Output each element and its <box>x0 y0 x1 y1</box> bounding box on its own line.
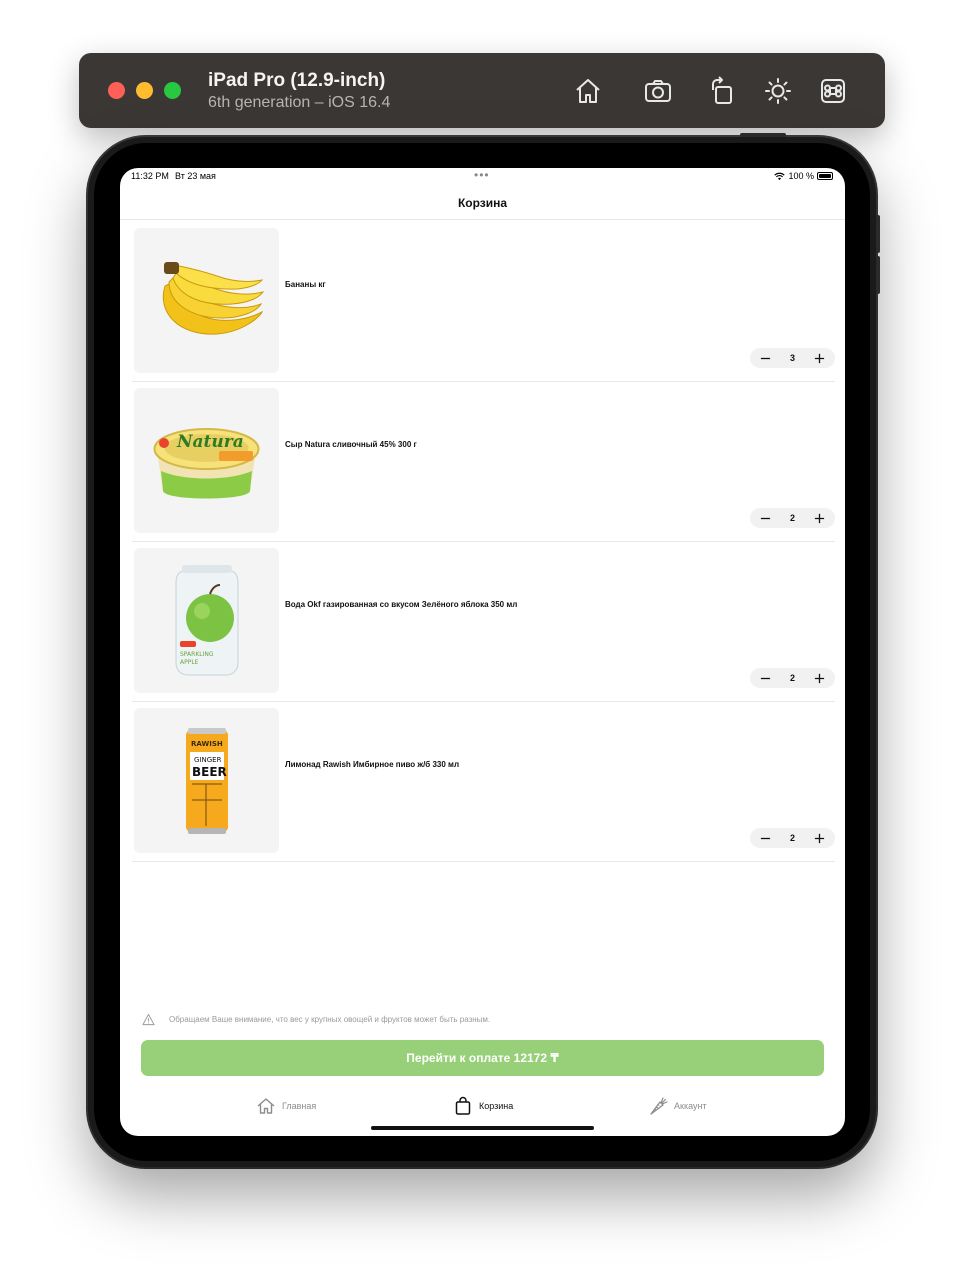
quantity-stepper: 2 <box>750 668 835 688</box>
cheese-tub-icon: Natura <box>134 388 279 533</box>
cart-item: Natura Сыр Natura сливочный 45% 300 г 2 <box>132 382 835 542</box>
battery-icon <box>817 172 833 180</box>
top-button <box>740 133 786 137</box>
home-icon[interactable] <box>572 75 604 107</box>
plus-icon[interactable] <box>813 831 827 845</box>
app-screen: 11:32 PM Вт 23 мая ••• 100 % Корзина Бан… <box>120 168 845 1136</box>
status-date: Вт 23 мая <box>175 171 216 181</box>
banana-icon <box>134 228 279 373</box>
item-quantity: 2 <box>789 833 795 843</box>
svg-text:APPLE: APPLE <box>180 659 199 666</box>
item-quantity: 3 <box>789 353 795 363</box>
simulator-device-name: iPad Pro (12.9-inch) <box>208 70 386 91</box>
item-quantity: 2 <box>789 673 795 683</box>
status-indicators: 100 % <box>774 171 833 181</box>
multitasking-dots[interactable]: ••• <box>474 168 490 182</box>
status-bar: 11:32 PM Вт 23 мая ••• 100 % <box>120 168 845 188</box>
item-name: Лимонад Rawish Имбирное пиво ж/б 330 мл <box>285 760 460 769</box>
simulator-title-bar: iPad Pro (12.9-inch) 6th generation – iO… <box>79 53 885 128</box>
warning-icon <box>142 1013 155 1026</box>
rotate-icon[interactable] <box>706 75 738 107</box>
quantity-stepper: 2 <box>750 828 835 848</box>
tab-bar: Главная Корзина Аккаунт <box>120 1096 845 1120</box>
svg-text:GINGER: GINGER <box>194 756 222 764</box>
plus-icon[interactable] <box>813 671 827 685</box>
battery-percent: 100 % <box>788 171 814 181</box>
close-window-button[interactable] <box>108 82 125 99</box>
home-indicator[interactable] <box>371 1126 594 1130</box>
minus-icon[interactable] <box>758 671 772 685</box>
tab-cart-label: Корзина <box>479 1101 514 1111</box>
cart-item: Бананы кг 3 <box>132 222 835 382</box>
cart-item: RAWISH GINGER BEER Лимонад Rawish Имбирн… <box>132 702 835 862</box>
tab-home-label: Главная <box>282 1101 317 1111</box>
home-icon <box>257 1098 275 1114</box>
ginger-beer-can-icon: RAWISH GINGER BEER <box>134 708 279 853</box>
tab-account-label: Аккаунт <box>674 1101 707 1111</box>
minus-icon[interactable] <box>758 831 772 845</box>
quantity-stepper: 3 <box>750 348 835 368</box>
command-icon[interactable] <box>817 75 849 107</box>
bag-icon <box>455 1096 471 1115</box>
minus-icon[interactable] <box>758 511 772 525</box>
svg-text:RAWISH: RAWISH <box>191 740 223 748</box>
volume-up-button <box>876 215 880 253</box>
appearance-icon[interactable] <box>762 75 794 107</box>
weight-notice: Обращаем Ваше внимание, что вес у крупны… <box>142 1013 490 1026</box>
svg-text:SPARKLING: SPARKLING <box>180 651 214 658</box>
volume-down-button <box>876 256 880 294</box>
item-name: Сыр Natura сливочный 45% 300 г <box>285 440 417 449</box>
cart-item: SPARKLING APPLE Вода Okf газированная со… <box>132 542 835 702</box>
svg-text:Natura: Natura <box>176 432 244 452</box>
tab-cart[interactable]: Корзина <box>453 1096 513 1116</box>
cart-list: Бананы кг 3 Natura Сыр Natura сливочный … <box>132 222 835 862</box>
wifi-icon <box>774 172 786 180</box>
notice-text: Обращаем Ваше внимание, что вес у крупны… <box>169 1015 491 1024</box>
tab-account[interactable]: Аккаунт <box>648 1096 707 1116</box>
screenshot-icon[interactable] <box>642 75 674 107</box>
minimize-window-button[interactable] <box>136 82 153 99</box>
item-quantity: 2 <box>789 513 795 523</box>
item-name: Бананы кг <box>285 280 326 289</box>
apple-drink-bottle-icon: SPARKLING APPLE <box>134 548 279 693</box>
carrot-icon <box>650 1097 668 1115</box>
zoom-window-button[interactable] <box>164 82 181 99</box>
plus-icon[interactable] <box>813 351 827 365</box>
simulator-device-detail: 6th generation – iOS 16.4 <box>208 94 391 111</box>
quantity-stepper: 2 <box>750 508 835 528</box>
status-time: 11:32 PM <box>131 171 169 181</box>
tab-home[interactable]: Главная <box>256 1096 316 1116</box>
plus-icon[interactable] <box>813 511 827 525</box>
checkout-button[interactable]: Перейти к оплате 12172 ₸ <box>141 1040 824 1076</box>
minus-icon[interactable] <box>758 351 772 365</box>
item-name: Вода Okf газированная со вкусом Зелёного… <box>285 600 518 609</box>
page-title: Корзина <box>120 190 845 220</box>
svg-text:BEER: BEER <box>192 765 227 779</box>
